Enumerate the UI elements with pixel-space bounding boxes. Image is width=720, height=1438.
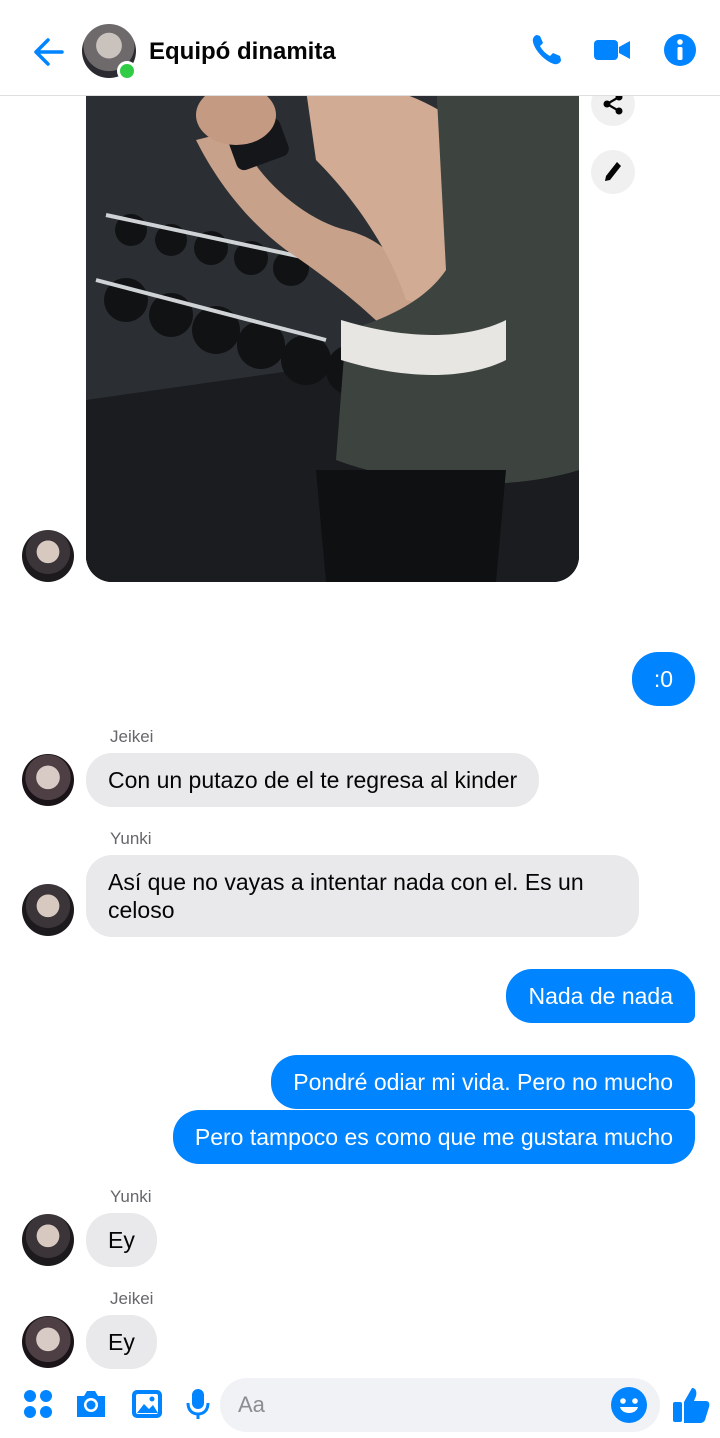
message-bubble-out[interactable]: Nada de nada [506, 969, 695, 1023]
avatar-yunki[interactable] [22, 1214, 74, 1266]
message-bubble-out[interactable]: Pondré odiar mi vida. Pero no mucho [271, 1055, 695, 1109]
phone-call-icon[interactable] [528, 30, 568, 70]
back-arrow-icon[interactable] [26, 32, 66, 72]
message-composer [0, 1372, 720, 1438]
edit-button[interactable] [591, 150, 635, 194]
message-input[interactable] [220, 1378, 660, 1432]
avatar-yunki[interactable] [22, 530, 74, 582]
microphone-icon[interactable] [180, 1386, 216, 1422]
pencil-icon [605, 162, 621, 181]
photo-message[interactable] [86, 96, 579, 582]
sender-name: Yunki [110, 1187, 152, 1206]
message-bubble-in[interactable]: Ey [86, 1315, 157, 1369]
gallery-icon[interactable] [129, 1386, 165, 1422]
avatar-jeikei[interactable] [22, 754, 74, 806]
message-bubble-in[interactable]: Ey [86, 1213, 157, 1267]
message-bubble-in[interactable]: Así que no vayas a intentar nada con el.… [86, 855, 639, 937]
info-icon[interactable] [660, 30, 700, 70]
message-bubble-in[interactable]: Con un putazo de el te regresa al kinder [86, 753, 540, 807]
message-bubble-out[interactable]: Pero tampoco es como que me gustara much… [172, 1110, 695, 1164]
chat-header: Equipó dinamita [0, 0, 720, 96]
message-bubble-out[interactable]: :0 [631, 652, 695, 706]
chat-title[interactable]: Equipó dinamita [149, 38, 336, 66]
sender-name: Jeikei [110, 727, 154, 746]
avatar-yunki[interactable] [22, 884, 74, 936]
message-line: Así que no vayas a intentar nada con el.… [108, 869, 584, 895]
camera-icon[interactable] [73, 1386, 109, 1422]
apps-menu-icon[interactable] [20, 1386, 56, 1422]
avatar-jeikei[interactable] [22, 1316, 74, 1368]
online-status-dot [117, 61, 137, 81]
emoji-icon[interactable] [610, 1386, 648, 1424]
message-line: celoso [108, 897, 175, 923]
video-call-icon[interactable] [592, 30, 632, 70]
sender-name: Jeikei [110, 1289, 154, 1308]
sender-name: Yunki [110, 829, 152, 848]
gym-photo-image [86, 96, 579, 582]
thumbs-up-icon[interactable] [670, 1384, 712, 1426]
